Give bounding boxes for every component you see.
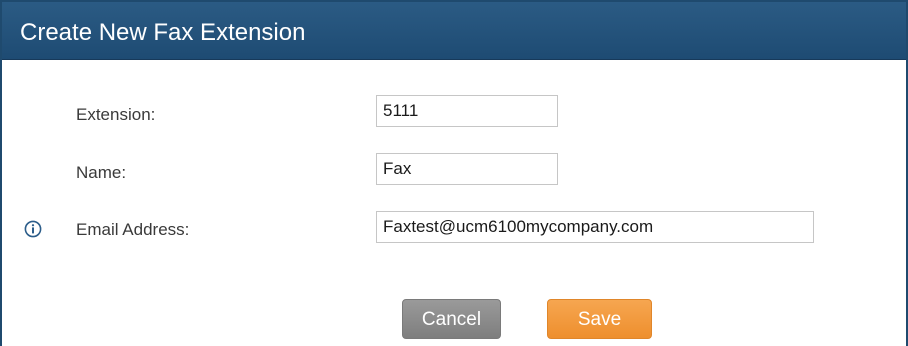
info-icon[interactable]: [24, 220, 42, 238]
extension-label: Extension:: [76, 105, 156, 124]
extension-field[interactable]: [376, 95, 558, 127]
save-button[interactable]: Save: [547, 299, 652, 339]
email-label: Email Address:: [76, 220, 190, 239]
name-label: Name:: [76, 163, 127, 182]
email-field[interactable]: [376, 211, 814, 243]
dialog-title: Create New Fax Extension: [20, 19, 306, 46]
cancel-button[interactable]: Cancel: [402, 299, 501, 339]
dialog-title-bar: Create New Fax Extension: [2, 2, 906, 60]
name-field[interactable]: [376, 153, 558, 185]
fax-extension-dialog: Create New Fax Extension Extension: Name…: [0, 0, 908, 346]
